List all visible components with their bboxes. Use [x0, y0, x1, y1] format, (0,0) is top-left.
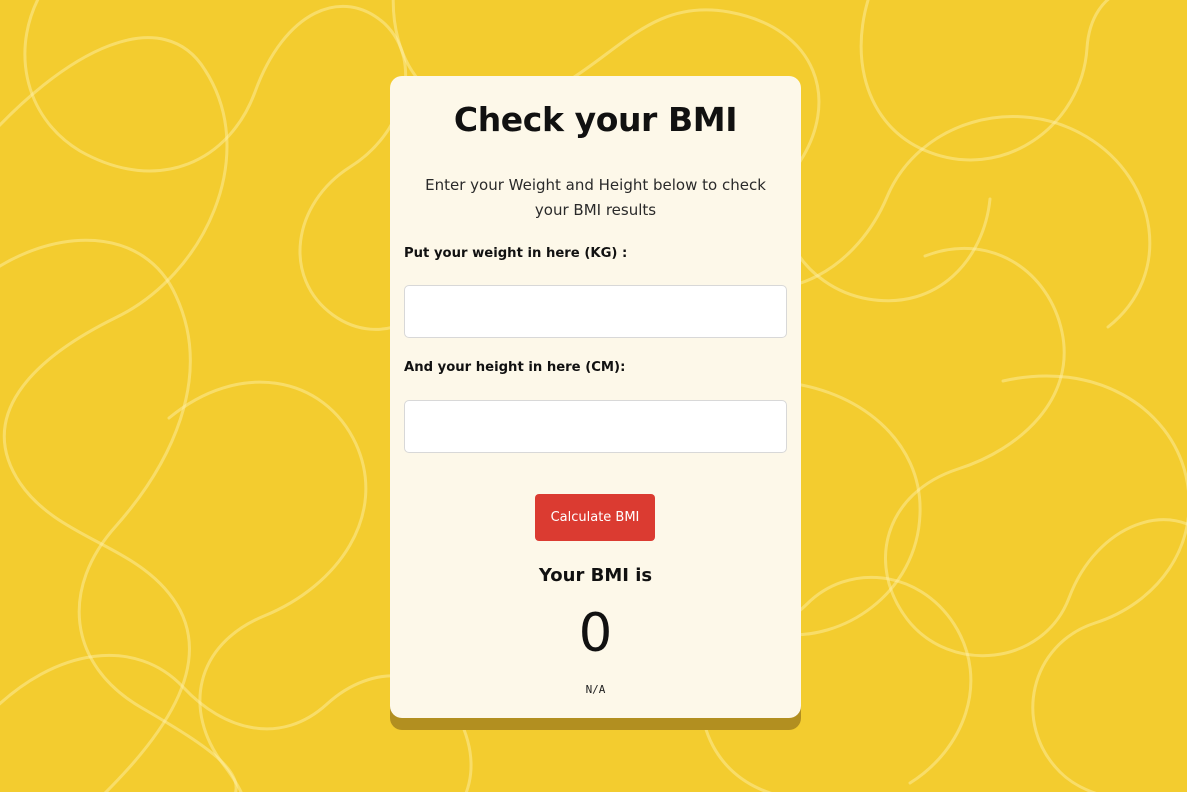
bmi-result-value: 0: [578, 603, 613, 664]
page-title: Check your BMI: [453, 100, 738, 139]
wave-line-3: [0, 238, 238, 792]
bmi-result-status: N/A: [585, 683, 606, 696]
result-title: Your BMI is: [538, 565, 653, 586]
wave-line-8: [884, 246, 1187, 658]
wave-line-10: [1001, 374, 1187, 792]
height-input[interactable]: [404, 400, 787, 453]
calculate-bmi-button[interactable]: Calculate BMI: [535, 494, 655, 541]
weight-label: Put your weight in here (KG) :: [404, 246, 628, 261]
height-label: And your height in here (CM):: [404, 360, 626, 375]
weight-input[interactable]: [404, 285, 787, 338]
bmi-calculator-card: Check your BMI Enter your Weight and Hei…: [390, 76, 801, 718]
wave-line-1: [0, 36, 229, 792]
wave-line-7: [859, 0, 1110, 162]
wave-line-4: [167, 380, 368, 792]
instructions-text: Enter your Weight and Height below to ch…: [425, 176, 766, 219]
